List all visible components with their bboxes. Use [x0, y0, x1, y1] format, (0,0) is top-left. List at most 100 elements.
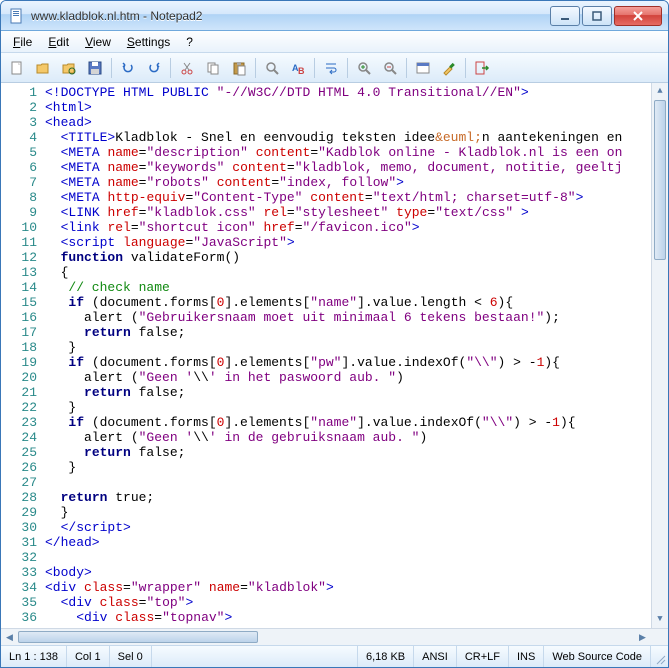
code-line[interactable]: <div class="topnav"> [45, 610, 668, 625]
code-line[interactable]: if (document.forms[0].elements["pw"].val… [45, 355, 668, 370]
status-spacer [152, 646, 358, 667]
code-line[interactable]: <link rel="shortcut icon" href="/favicon… [45, 220, 668, 235]
copy-button[interactable] [201, 56, 225, 80]
scroll-up-icon[interactable]: ▲ [652, 83, 668, 100]
horizontal-scrollbar[interactable]: ◀ ▶ [1, 628, 668, 645]
scheme-button[interactable] [411, 56, 435, 80]
status-encoding: ANSI [414, 646, 457, 667]
line-number: 25 [1, 445, 37, 460]
new-button[interactable] [5, 56, 29, 80]
line-number: 14 [1, 280, 37, 295]
toolbar-separator [406, 58, 407, 78]
line-number: 11 [1, 235, 37, 250]
code-line[interactable]: <div class="wrapper" name="kladblok"> [45, 580, 668, 595]
titlebar[interactable]: www.kladblok.nl.htm - Notepad2 [1, 1, 668, 31]
redo-button[interactable] [142, 56, 166, 80]
scroll-thumb[interactable] [654, 100, 666, 260]
code-line[interactable]: } [45, 400, 668, 415]
customize-button[interactable] [437, 56, 461, 80]
menu-view[interactable]: View [77, 33, 119, 51]
code-line[interactable]: </head> [45, 535, 668, 550]
line-number: 27 [1, 475, 37, 490]
toolbar-separator [111, 58, 112, 78]
scroll-left-icon[interactable]: ◀ [1, 629, 18, 645]
editor[interactable]: 1234567891011121314151617181920212223242… [1, 83, 668, 628]
code-line[interactable]: } [45, 340, 668, 355]
wordwrap-button[interactable] [319, 56, 343, 80]
code-line[interactable]: alert ("Geen '\\' in de gebruiksnaam aub… [45, 430, 668, 445]
line-number: 3 [1, 115, 37, 130]
code-line[interactable]: <LINK href="kladblok.css" rel="styleshee… [45, 205, 668, 220]
minimize-button[interactable] [550, 6, 580, 26]
line-number: 12 [1, 250, 37, 265]
code-line[interactable]: </script> [45, 520, 668, 535]
resize-grip-icon[interactable] [651, 646, 668, 667]
code-line[interactable]: { [45, 265, 668, 280]
scroll-right-icon[interactable]: ▶ [634, 629, 651, 645]
code-line[interactable]: <META name="description" content="Kadblo… [45, 145, 668, 160]
line-number: 9 [1, 205, 37, 220]
code-line[interactable] [45, 475, 668, 490]
menu-file[interactable]: File [5, 33, 40, 51]
line-number: 17 [1, 325, 37, 340]
code-line[interactable]: if (document.forms[0].elements["name"].v… [45, 295, 668, 310]
code-line[interactable]: <META name="keywords" content="kladblok,… [45, 160, 668, 175]
line-number: 4 [1, 130, 37, 145]
code-line[interactable]: alert ("Gebruikersnaam moet uit minimaal… [45, 310, 668, 325]
line-number: 31 [1, 535, 37, 550]
statusbar: Ln 1 : 138 Col 1 Sel 0 6,18 KB ANSI CR+L… [1, 645, 668, 667]
menu-help[interactable]: ? [178, 33, 201, 51]
code-line[interactable]: <div class="top"> [45, 595, 668, 610]
scroll-thumb[interactable] [18, 631, 258, 643]
code-line[interactable]: } [45, 460, 668, 475]
browse-button[interactable] [57, 56, 81, 80]
code-line[interactable]: <META http-equiv="Content-Type" content=… [45, 190, 668, 205]
code-line[interactable]: if (document.forms[0].elements["name"].v… [45, 415, 668, 430]
find-button[interactable] [260, 56, 284, 80]
line-number: 28 [1, 490, 37, 505]
code-line[interactable]: <head> [45, 115, 668, 130]
scroll-down-icon[interactable]: ▼ [652, 611, 668, 628]
vertical-scrollbar[interactable]: ▲ ▼ [651, 83, 668, 628]
cut-button[interactable] [175, 56, 199, 80]
replace-button[interactable]: AB [286, 56, 310, 80]
code-line[interactable]: <META name="robots" content="index, foll… [45, 175, 668, 190]
svg-text:B: B [298, 66, 305, 76]
code-line[interactable]: return false; [45, 325, 668, 340]
maximize-button[interactable] [582, 6, 612, 26]
save-button[interactable] [83, 56, 107, 80]
line-number: 32 [1, 550, 37, 565]
line-number: 21 [1, 385, 37, 400]
zoomout-button[interactable] [378, 56, 402, 80]
close-button[interactable] [614, 6, 662, 26]
code-line[interactable]: function validateForm() [45, 250, 668, 265]
menu-edit[interactable]: Edit [40, 33, 77, 51]
code-area[interactable]: <!DOCTYPE HTML PUBLIC "-//W3C//DTD HTML … [43, 83, 668, 628]
code-line[interactable]: <body> [45, 565, 668, 580]
paste-button[interactable] [227, 56, 251, 80]
menu-settings[interactable]: Settings [119, 33, 178, 51]
status-size: 6,18 KB [358, 646, 414, 667]
code-line[interactable]: <TITLE>Kladblok - Snel en eenvoudig teks… [45, 130, 668, 145]
line-number: 1 [1, 85, 37, 100]
code-line[interactable]: <script language="JavaScript"> [45, 235, 668, 250]
code-line[interactable]: // check name [45, 280, 668, 295]
exit-button[interactable] [470, 56, 494, 80]
open-button[interactable] [31, 56, 55, 80]
undo-button[interactable] [116, 56, 140, 80]
code-line[interactable]: return false; [45, 445, 668, 460]
line-number: 29 [1, 505, 37, 520]
menubar: File Edit View Settings ? [1, 31, 668, 53]
code-line[interactable]: return true; [45, 490, 668, 505]
line-number: 8 [1, 190, 37, 205]
toolbar-separator [314, 58, 315, 78]
code-line[interactable]: } [45, 505, 668, 520]
code-line[interactable]: return false; [45, 385, 668, 400]
zoomin-button[interactable] [352, 56, 376, 80]
code-line[interactable]: <!DOCTYPE HTML PUBLIC "-//W3C//DTD HTML … [45, 85, 668, 100]
code-line[interactable]: <html> [45, 100, 668, 115]
code-line[interactable] [45, 550, 668, 565]
line-number: 36 [1, 610, 37, 625]
code-line[interactable]: alert ("Geen '\\' in het paswoord aub. "… [45, 370, 668, 385]
app-icon [9, 8, 25, 24]
